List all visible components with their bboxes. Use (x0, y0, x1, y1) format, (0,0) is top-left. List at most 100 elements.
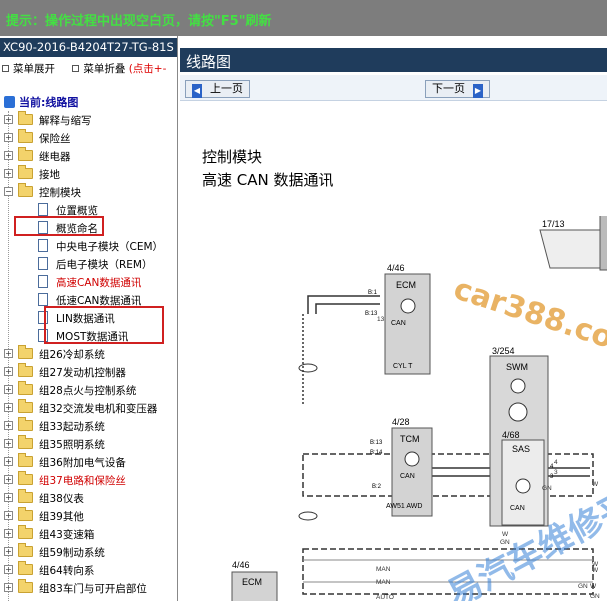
ecm-name: ECM (396, 280, 416, 290)
tree-item-label: 组26冷却系统 (39, 349, 105, 361)
expand-icon[interactable]: + (4, 529, 13, 538)
tree-item-label: 继电器 (39, 151, 71, 163)
sas-name: SAS (512, 444, 530, 454)
collapse-icon[interactable]: − (4, 187, 13, 196)
ecm-bottom-label: CYL T (393, 363, 413, 370)
expand-icon[interactable]: + (4, 367, 13, 376)
wire-label: MAN (376, 566, 391, 573)
tree-item-label: 后电子模块（REM） (56, 259, 153, 271)
tree-item-label: 组28点火与控制系统 (39, 385, 137, 397)
expand-icon[interactable]: + (4, 151, 13, 160)
folder-icon (18, 453, 33, 467)
expand-icon[interactable]: + (4, 583, 13, 592)
tree-item-label: 保险丝 (39, 133, 71, 145)
folder-icon (18, 579, 33, 593)
wire-label: 3 (554, 469, 558, 476)
menu-expand-button[interactable]: 菜单展开 (2, 63, 55, 75)
sas-code: 4/68 (502, 430, 520, 440)
main-title-bar: 线路图 (180, 48, 607, 72)
swm-name: SWM (506, 362, 528, 372)
tree-item-label: 组39其他 (39, 511, 84, 523)
expand-icon[interactable]: + (4, 349, 13, 358)
folder-icon (18, 111, 33, 125)
folder-icon (18, 489, 33, 503)
expand-icon[interactable]: + (4, 169, 13, 178)
tcm-module: 4/28 TCM CAN AW51 AWD B:13 B:14 B:2 (370, 417, 433, 517)
prev-page-button[interactable]: ◀ 上一页 (185, 80, 250, 98)
ecm-bottom-name: ECM (242, 577, 262, 587)
page-title: 线路图 (186, 53, 232, 71)
square-icon (72, 65, 80, 72)
tree-item-label: 组33起动系统 (39, 421, 105, 433)
tree-item-label: 高速CAN数据通讯 (56, 277, 142, 289)
main-content: 线路图 ◀ 上一页 下一页 ▶ 控制模块 高速 CAN 数据通讯 4/46 EC… (180, 36, 607, 601)
tcm-name: TCM (400, 434, 420, 444)
expand-icon[interactable]: + (4, 511, 13, 520)
tree-item-label: 组37电路和保险丝 (39, 475, 126, 487)
top-hint-bar: 提示：操作过程中出现空白页，请按"F5"刷新 (0, 0, 607, 36)
expand-icon[interactable]: + (4, 547, 13, 556)
expand-icon[interactable]: + (4, 493, 13, 502)
expand-icon[interactable]: + (4, 133, 13, 142)
wire-label: GN (542, 485, 552, 492)
folder-icon (18, 183, 33, 197)
folder-icon (18, 363, 33, 377)
diagram-subheading: 高速 CAN 数据通讯 (202, 171, 334, 189)
wire-label: GN (578, 583, 588, 590)
square-icon (2, 65, 9, 72)
expand-icon[interactable]: + (4, 439, 13, 448)
refresh-hint: 提示：操作过程中出现空白页，请按"F5"刷新 (6, 14, 272, 29)
tree-item-label: 组27发动机控制器 (39, 367, 126, 379)
wire-label: MAN (376, 579, 391, 586)
folder-icon (18, 345, 33, 359)
expand-icon[interactable]: + (4, 565, 13, 574)
highlight-box-control-module (14, 216, 104, 236)
folder-icon (18, 381, 33, 395)
next-page-button[interactable]: 下一页 ▶ (425, 80, 490, 98)
swm-code: 3/254 (492, 346, 515, 356)
tree-item-label: 解释与缩写 (39, 115, 92, 127)
tcm-pin1: B:13 (370, 440, 383, 446)
folder-icon (18, 561, 33, 575)
expand-icon[interactable]: + (4, 385, 13, 394)
page-icon (38, 293, 48, 306)
wire-label: 4 (554, 459, 558, 466)
expand-icon[interactable]: + (4, 115, 13, 124)
ecm-pin1: B:1 (368, 290, 378, 296)
expand-icon[interactable]: + (4, 457, 13, 466)
tree-item-label: 组43变速箱 (39, 529, 95, 541)
folder-icon (18, 129, 33, 143)
book-icon (4, 96, 15, 108)
folder-icon (18, 165, 33, 179)
ecm-module: 4/46 ECM CAN CYL T B:1 B:13 (365, 263, 431, 375)
expand-icon[interactable]: + (4, 475, 13, 484)
tree-root[interactable]: 当前:线路图 (4, 94, 78, 110)
page-icon (38, 239, 48, 252)
expand-icon[interactable]: + (4, 403, 13, 412)
folder-icon (18, 417, 33, 431)
wire-label: AUTO (376, 594, 394, 601)
highlight-box-can-items (44, 306, 164, 344)
ecm-bottom-module: 4/46 ECM (231, 560, 278, 601)
page-icon (38, 257, 48, 270)
tree-item-label: 组38仪表 (39, 493, 84, 505)
tcm-code: 4/28 (392, 417, 410, 427)
page-icon (38, 275, 48, 288)
tree-item-label: 接地 (39, 169, 60, 181)
ecm-code: 4/46 (387, 263, 405, 273)
tree-item-label: 组64转向系 (39, 565, 95, 577)
tree-item-label: 控制模块 (39, 187, 81, 199)
ecm-can: CAN (391, 320, 406, 327)
page-nav-strip: ◀ 上一页 下一页 ▶ (180, 75, 607, 101)
menu-collapse-button[interactable]: 菜单折叠 (点击+- (72, 63, 166, 75)
wire-label: 13 (377, 316, 385, 323)
connector-code: 17/13 (542, 219, 565, 229)
folder-icon (18, 525, 33, 539)
wire-label: W (592, 567, 599, 574)
expand-icon[interactable]: + (4, 421, 13, 430)
diagram-heading: 控制模块 (202, 148, 263, 166)
folder-icon (18, 471, 33, 485)
sas-can: CAN (510, 505, 525, 512)
tree-item-label: 中央电子模块（CEM） (56, 241, 164, 253)
tree-item-label: 组59制动系统 (39, 547, 105, 559)
